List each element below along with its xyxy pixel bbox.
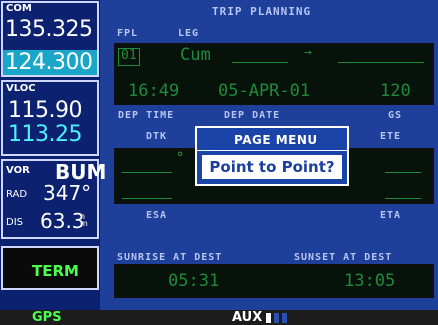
leg-label: LEG (178, 28, 200, 39)
sunset-label: SUNSET AT DEST (294, 252, 393, 263)
point-to-point-option[interactable]: Point to Point? (202, 155, 342, 179)
dtk-dash (122, 172, 172, 173)
dep-time-label: DEP TIME (118, 110, 175, 121)
page-indicator-active (266, 313, 271, 323)
ete-dash (385, 172, 421, 173)
page-menu-separator (197, 150, 347, 151)
status-bar (0, 310, 438, 325)
vloc-active-frequency[interactable]: 115.90 (8, 100, 82, 122)
leg-from-waypoint[interactable]: Cum (180, 45, 211, 65)
page-indicator-3 (282, 313, 287, 323)
radial-value: 347° (43, 181, 92, 205)
page-title: TRIP PLANNING (212, 5, 312, 18)
leg-arrow: → (304, 45, 312, 60)
sunrise-label: SUNRISE AT DEST (117, 252, 223, 263)
eta-label: ETA (380, 210, 402, 221)
esa-label: ESA (146, 210, 168, 221)
leg-from-dash (232, 62, 288, 63)
eta-dash (385, 198, 421, 199)
term-mode: TERM (32, 262, 79, 280)
dtk-degree-mark: ° (176, 150, 185, 166)
page-indicator-2 (274, 313, 279, 323)
aux-page-group-label[interactable]: AUX (232, 310, 262, 325)
esa-dash (122, 198, 172, 199)
fpl-label: FPL (117, 28, 139, 39)
dtk-label: DTK (146, 131, 168, 142)
dep-time-value[interactable]: 16:49 (128, 81, 179, 101)
dep-date-label: DEP DATE (224, 110, 281, 121)
sunset-value: 13:05 (344, 271, 396, 291)
gps-mode-label[interactable]: GPS (32, 310, 62, 325)
com-standby-frequency[interactable]: 124.300 (5, 52, 93, 74)
vloc-label: VLOC (6, 83, 36, 94)
ground-speed-value[interactable]: 120 (380, 81, 411, 101)
vloc-standby-frequency[interactable]: 113.25 (8, 124, 82, 146)
ete-label: ETE (380, 131, 402, 142)
vor-label: VOR (6, 165, 30, 176)
dep-date-value[interactable]: 05-APR-01 (218, 81, 310, 101)
com-label: COM (6, 3, 32, 14)
leg-to-dash (338, 62, 424, 63)
fpl-number[interactable]: 01 (121, 48, 137, 63)
page-menu-title: PAGE MENU (234, 133, 318, 147)
sunrise-value: 05:31 (168, 271, 220, 291)
distance-value: 63.3 (40, 209, 85, 233)
distance-unit: nm (80, 212, 88, 228)
distance-label: DIS (6, 217, 23, 228)
radial-label: RAD (6, 189, 28, 200)
com-active-frequency[interactable]: 135.325 (5, 19, 93, 41)
gs-label: GS (388, 110, 403, 121)
